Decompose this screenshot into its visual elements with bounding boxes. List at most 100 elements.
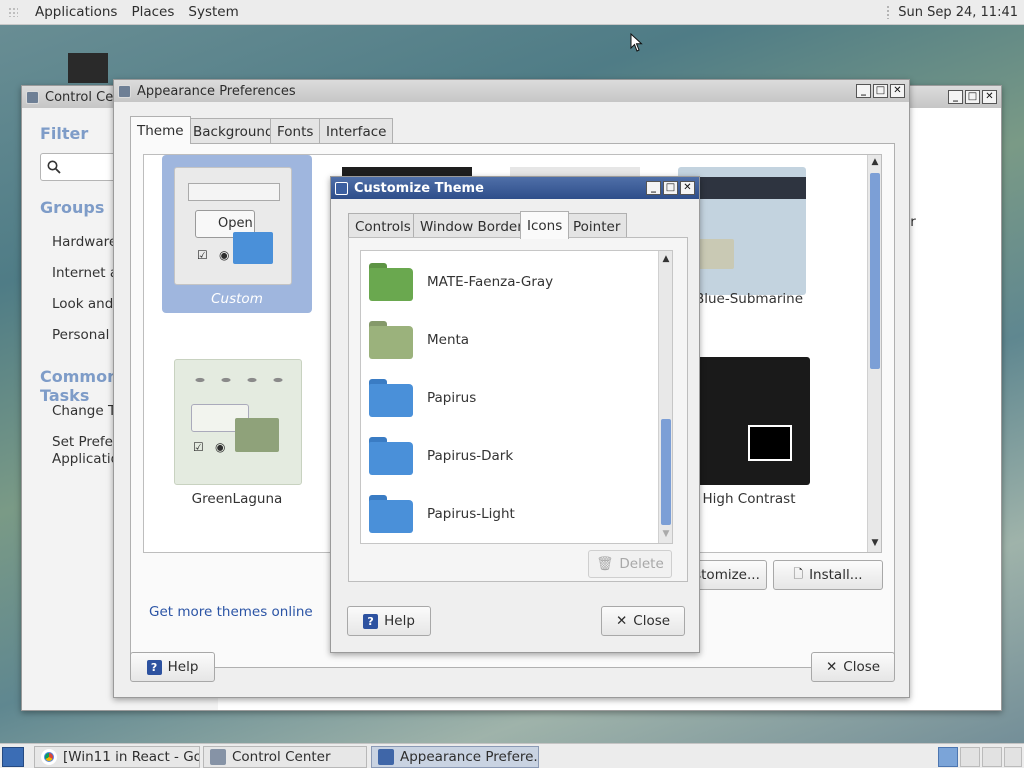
tab-icons[interactable]: Icons [520, 211, 570, 239]
icons-tab-panel: MATE-Faenza-Gray Menta Papirus Papirus-D… [348, 237, 688, 582]
minimize-button[interactable]: _ [948, 90, 963, 104]
list-item[interactable]: Menta [361, 311, 657, 369]
menu-places[interactable]: Places [124, 4, 181, 20]
top-panel: Applications Places System Sun Sep 24, 1… [0, 0, 1024, 25]
folder-icon [369, 379, 413, 417]
menu-applications[interactable]: Applications [28, 4, 124, 20]
close-button[interactable]: ✕ [982, 90, 997, 104]
close-button-label: Close [843, 659, 881, 675]
chrome-icon [41, 749, 57, 765]
tab-controls[interactable]: Controls [348, 213, 418, 239]
tab-fonts[interactable]: Fonts [270, 118, 321, 144]
icon-theme-name: Papirus [427, 390, 477, 406]
customize-titlebar[interactable]: Customize Theme _ □ ✕ [331, 177, 699, 199]
filter-heading: Filter [40, 124, 89, 143]
control-center-icon [210, 749, 226, 765]
maximize-button[interactable]: □ [873, 84, 888, 98]
tab-interface[interactable]: Interface [319, 118, 394, 144]
folder-icon [233, 232, 273, 264]
scrollbar-thumb[interactable] [661, 419, 671, 525]
control-center-app-icon [26, 90, 39, 104]
folder-icon [694, 239, 734, 269]
radio-icon: ◉ [219, 248, 230, 262]
tab-window-border[interactable]: Window Border [413, 213, 530, 239]
workspace-switcher[interactable] [960, 747, 980, 767]
appearance-titlebar[interactable]: Appearance Preferences _ □ ✕ [114, 80, 909, 102]
scrollbar-thumb[interactable] [870, 173, 880, 369]
icon-list-scrollbar[interactable]: ▲ ▼ [658, 251, 672, 543]
icon-theme-list[interactable]: MATE-Faenza-Gray Menta Papirus Papirus-D… [360, 250, 673, 544]
show-desktop-button[interactable] [2, 747, 24, 767]
help-icon: ? [363, 613, 379, 629]
task-label: [Win11 in React - Go... [63, 749, 200, 765]
appearance-icon [378, 749, 394, 765]
icon-theme-name: MATE-Faenza-Gray [427, 274, 554, 290]
list-item[interactable]: MATE-Faenza-Gray [361, 253, 657, 311]
group-hardware[interactable]: Hardware [52, 234, 117, 250]
workspace-switcher[interactable] [938, 747, 958, 767]
install-button[interactable]: 🗋 Install... [773, 560, 883, 590]
close-button[interactable]: ✕ [890, 84, 905, 98]
close-button[interactable]: ✕ [680, 181, 695, 195]
theme-scrollbar[interactable]: ▲ ▼ [867, 155, 881, 552]
tab-pointer[interactable]: Pointer [566, 213, 628, 239]
help-button-label: Help [384, 613, 415, 629]
workspace-switcher[interactable] [982, 747, 1002, 767]
task-browser[interactable]: [Win11 in React - Go... [34, 746, 200, 768]
icon-theme-name: Papirus-Dark [427, 448, 514, 464]
list-item[interactable]: Papirus-Light [361, 485, 657, 543]
install-button-label: Install... [809, 567, 863, 583]
checkbox-icon: ☑ [197, 248, 208, 262]
theme-custom[interactable]: Open ☑ ◉ Custom [162, 155, 312, 313]
task-control-center[interactable]: Control Center [203, 746, 367, 768]
appearance-title: Appearance Preferences [137, 83, 296, 99]
workspace-switcher[interactable] [1004, 747, 1022, 767]
close-x-icon: ✕ [825, 659, 838, 675]
list-item[interactable]: Papirus-Dark [361, 427, 657, 485]
delete-button-label: Delete [619, 556, 664, 572]
theme-preview: ☑ ◉ [174, 359, 302, 485]
install-icon: 🗋 [793, 566, 804, 581]
panel-grip-icon [8, 7, 18, 17]
bottom-taskbar: [Win11 in React - Go... Control Center A… [0, 743, 1024, 768]
customize-help-button[interactable]: ? Help [347, 606, 431, 636]
maximize-button[interactable]: □ [965, 90, 980, 104]
customize-theme-dialog: Customize Theme _ □ ✕ Controls Window Bo… [330, 176, 700, 653]
minimize-button[interactable]: _ [856, 84, 871, 98]
customize-close-button[interactable]: ✕ Close [601, 606, 685, 636]
mouse-pointer-icon [630, 33, 643, 52]
get-more-themes-link[interactable]: Get more themes online [149, 604, 313, 620]
checkbox-icon: ☑ [193, 440, 204, 454]
task-appearance[interactable]: Appearance Prefere... [371, 746, 539, 768]
folder-icon [369, 495, 413, 533]
tab-theme[interactable]: Theme [130, 116, 191, 144]
scroll-up-arrow-icon[interactable]: ▲ [660, 254, 672, 264]
desktop-icon[interactable] [68, 53, 108, 83]
list-item[interactable]: Papirus [361, 369, 657, 427]
search-icon [47, 160, 61, 174]
customize-app-icon [335, 181, 348, 195]
group-personal[interactable]: Personal [52, 327, 109, 343]
groups-heading: Groups [40, 198, 105, 217]
control-center-sidebar: Filter Groups Hardware Internet and Netw… [22, 108, 196, 710]
clock[interactable]: Sun Sep 24, 11:41 [898, 5, 1018, 20]
scroll-down-arrow-icon[interactable]: ▼ [660, 529, 672, 539]
theme-greenlaguna[interactable]: ☑ ◉ GreenLaguna [162, 347, 312, 507]
scroll-up-arrow-icon[interactable]: ▲ [869, 157, 881, 167]
menu-system[interactable]: System [181, 4, 245, 20]
help-icon: ? [146, 659, 162, 675]
tab-background[interactable]: Background [186, 118, 281, 144]
folder-icon [235, 418, 279, 452]
theme-label-custom: Custom [211, 291, 263, 307]
minimize-button[interactable]: _ [646, 181, 661, 195]
delete-button[interactable]: 🗑 Delete [588, 550, 672, 578]
appearance-close-button[interactable]: ✕ Close [811, 652, 895, 682]
task-label: Control Center [232, 749, 331, 765]
trash-icon: 🗑 [596, 556, 614, 572]
appearance-help-button[interactable]: ? Help [130, 652, 215, 682]
close-button-label: Close [633, 613, 671, 629]
scroll-down-arrow-icon[interactable]: ▼ [869, 538, 881, 548]
maximize-button[interactable]: □ [663, 181, 678, 195]
common-tasks-heading: Common Tasks [40, 367, 119, 405]
folder-icon [369, 321, 413, 359]
